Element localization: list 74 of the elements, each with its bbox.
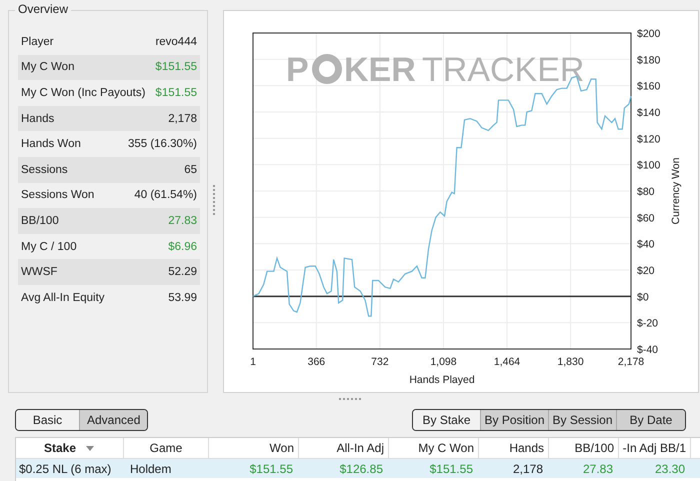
- y-tick-label: $80: [637, 186, 655, 198]
- column-header[interactable]: -In Adj BB/1: [619, 438, 691, 458]
- table-cell-text: 2,178: [512, 462, 544, 476]
- x-tick-label: 1,098: [430, 356, 457, 368]
- table-cell-text: Holdem: [129, 462, 172, 476]
- stat-label: WWSF: [21, 266, 58, 278]
- stat-value: 27.83: [168, 214, 197, 227]
- stat-label: My C Won (Inc Payouts): [21, 86, 146, 99]
- y-tick-label: $20: [637, 265, 655, 277]
- table-cell-text: $0.25 NL (6 max): [18, 462, 112, 476]
- stat-value: $151.55: [155, 61, 197, 74]
- stat-value: 355 (16.30%): [128, 138, 197, 150]
- stat-value: $151.55: [155, 86, 197, 99]
- stat-label: Sessions Won: [21, 189, 94, 202]
- stat-value: 52.29: [168, 266, 197, 278]
- group-by-button[interactable]: By Date: [617, 410, 685, 430]
- group-by-button[interactable]: By Session: [549, 410, 617, 430]
- stat-value: 65: [184, 164, 197, 176]
- column-header[interactable]: Stake: [16, 438, 124, 458]
- table-cell-text: 23.30: [654, 462, 686, 476]
- stat-label: Sessions: [21, 164, 68, 176]
- y-tick-label: $180: [637, 54, 660, 66]
- logo-text: KER: [344, 51, 416, 89]
- column-header[interactable]: Game: [124, 438, 209, 458]
- group-by-button[interactable]: By Position: [481, 410, 549, 430]
- table-row[interactable]: $0.25 NL (6 max) Holdem $151.55 $126.85 $151.55 2,178 27.83 23.30: [16, 459, 700, 478]
- column-header[interactable]: Hands: [479, 438, 549, 458]
- overview-title: Overview: [15, 2, 72, 16]
- stat-label: Avg All-In Equity: [21, 292, 105, 304]
- logo-text: TRACKER: [422, 51, 584, 89]
- y-tick-label: $120: [637, 133, 660, 146]
- column-header[interactable]: BB/100: [549, 438, 619, 458]
- view-mode-button[interactable]: Basic: [16, 410, 80, 430]
- table-cell-text: $126.85: [338, 462, 384, 476]
- y-tick-label: $140: [637, 107, 660, 119]
- table-cell-text: $151.55: [248, 462, 294, 476]
- stat-label: Hands: [21, 112, 54, 125]
- stat-label: BB/100: [21, 214, 59, 227]
- x-axis-title: Hands Played: [409, 374, 475, 386]
- y-tick-label: $0: [637, 291, 649, 304]
- x-tick-label: 732: [371, 356, 389, 368]
- stat-value: $6.96: [168, 240, 197, 253]
- y-tick-label: $40: [637, 238, 655, 251]
- view-mode-button[interactable]: Advanced: [80, 410, 148, 430]
- y-axis-title: Currency Won: [670, 158, 682, 224]
- y-tick-label: $160: [637, 80, 660, 93]
- y-tick-label: $100: [637, 160, 660, 172]
- column-header[interactable]: All-In Adj: [299, 438, 389, 458]
- poker-chip-icon: [312, 54, 342, 84]
- column-header[interactable]: My C Won: [389, 438, 479, 458]
- stat-label: Hands Won: [21, 138, 81, 150]
- stat-value: 53.99: [168, 292, 197, 304]
- splitter-handle[interactable]: [213, 185, 218, 215]
- splitter-handle[interactable]: [339, 398, 361, 402]
- column-header[interactable]: Won: [209, 438, 299, 458]
- y-tick-label: $200: [637, 28, 660, 40]
- stat-value: 40 (61.54%): [134, 189, 197, 202]
- x-tick-label: 1,830: [557, 356, 584, 368]
- y-tick-label: $60: [637, 212, 655, 224]
- stat-value: revo444: [155, 36, 197, 48]
- stat-value: 2,178: [168, 112, 197, 125]
- stat-label: My C / 100: [21, 240, 77, 253]
- x-tick-label: 2,178: [618, 356, 644, 368]
- x-tick-label: 366: [308, 356, 326, 368]
- y-tick-label: $-40: [637, 344, 658, 356]
- table-cell-text: $151.55: [428, 462, 474, 476]
- y-tick-label: $-20: [637, 318, 658, 330]
- x-tick-label: 1: [250, 356, 256, 368]
- stat-label: My C Won: [21, 61, 74, 74]
- stat-label: Player: [21, 36, 54, 48]
- x-tick-label: 1,464: [494, 356, 520, 368]
- table-cell-text: 27.83: [582, 462, 614, 476]
- group-by-button[interactable]: By Stake: [413, 410, 481, 430]
- logo-text: P: [286, 51, 309, 89]
